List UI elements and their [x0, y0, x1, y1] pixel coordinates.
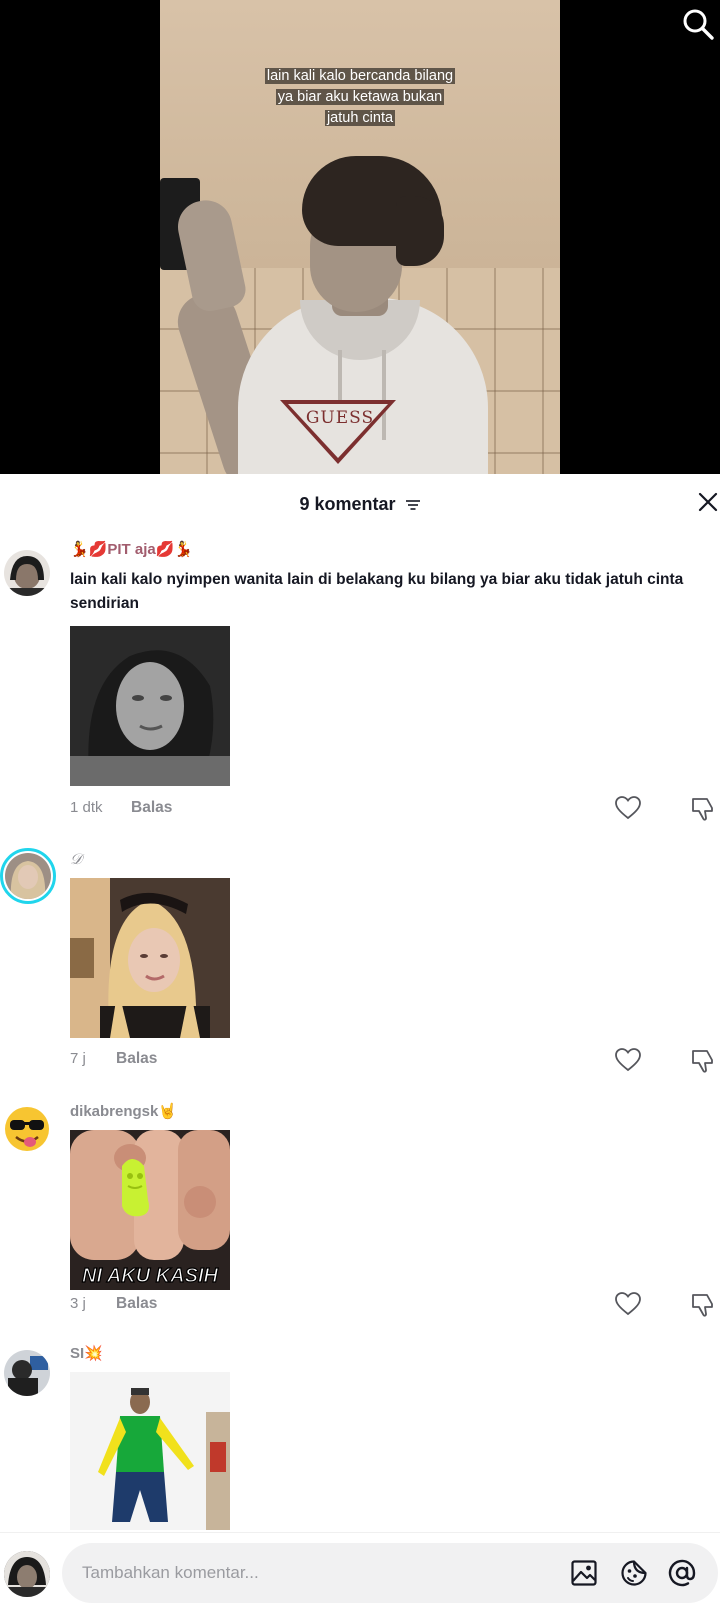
comment-time: 3 j [70, 1295, 86, 1312]
reply-button[interactable]: Balas [131, 799, 172, 817]
caption-line-2: ya biar aku ketawa bukan [275, 89, 445, 105]
mention-button[interactable] [668, 1559, 696, 1587]
image-icon [571, 1560, 597, 1586]
comments-header: 9 komentar [0, 474, 720, 534]
at-mention-icon [668, 1559, 696, 1587]
caption-line-1: lain kali kalo bercanda bilang [264, 68, 456, 84]
emoji-sticker-icon [621, 1560, 647, 1586]
comment-input-container[interactable] [62, 1543, 718, 1603]
thumbs-down-icon [692, 798, 713, 821]
close-button[interactable] [696, 490, 720, 514]
like-button[interactable] [615, 1048, 641, 1072]
like-button[interactable] [615, 1292, 641, 1316]
comment-username[interactable]: SI💥 [70, 1344, 103, 1362]
comment-username[interactable]: 💃💋PIT aja💋💃 [70, 540, 193, 558]
sort-icon[interactable] [405, 495, 421, 516]
close-icon [698, 492, 718, 512]
heart-icon [615, 1048, 641, 1072]
image-button[interactable] [570, 1559, 598, 1587]
search-button[interactable] [680, 6, 716, 42]
reply-button[interactable]: Balas [116, 1050, 157, 1068]
shirt-logo-text: GUESS [305, 408, 375, 428]
dislike-button[interactable] [690, 796, 716, 822]
reply-button[interactable]: Balas [116, 1295, 157, 1313]
comment-gif[interactable]: NI AKU KASIH [70, 1130, 230, 1290]
dislike-button[interactable] [690, 1048, 716, 1074]
comment-input-bar [0, 1532, 720, 1612]
avatar[interactable] [4, 550, 50, 596]
video-frame: GUESS lain kali kalo bercanda bilang ya … [160, 0, 560, 474]
sunglasses-emoji-icon [5, 1107, 49, 1151]
avatar[interactable] [4, 1350, 50, 1396]
dislike-button[interactable] [690, 1292, 716, 1318]
search-icon [683, 9, 714, 40]
thumbs-down-icon [692, 1050, 713, 1073]
heart-icon [615, 1292, 641, 1316]
comment-gif[interactable] [70, 878, 230, 1038]
comment-time: 1 dtk [70, 799, 103, 816]
comment-input[interactable] [82, 1543, 532, 1603]
comment-gif[interactable] [70, 1372, 230, 1530]
comment-count: 9 komentar [0, 494, 720, 516]
video-player[interactable]: GUESS lain kali kalo bercanda bilang ya … [0, 0, 720, 474]
comment-count-label: 9 komentar [299, 494, 396, 514]
my-avatar[interactable] [4, 1551, 50, 1597]
comment-time: 7 j [70, 1050, 86, 1067]
caption-line-3: jatuh cinta [324, 110, 396, 126]
avatar[interactable] [4, 1106, 50, 1152]
comment-text: lain kali kalo nyimpen wanita lain di be… [70, 571, 684, 612]
thumbs-down-icon [692, 1294, 713, 1317]
emoji-button[interactable] [620, 1559, 648, 1587]
like-button[interactable] [615, 796, 641, 820]
video-caption: lain kali kalo bercanda bilang ya biar a… [230, 66, 490, 129]
heart-icon [615, 796, 641, 820]
comment-username[interactable]: 𝒟 [70, 850, 82, 868]
comment-username[interactable]: dikabrengsk🤘 [70, 1102, 177, 1120]
gif-caption: NI AKU KASIH [82, 1265, 218, 1287]
comment-gif[interactable] [70, 626, 230, 786]
avatar[interactable] [5, 853, 51, 899]
